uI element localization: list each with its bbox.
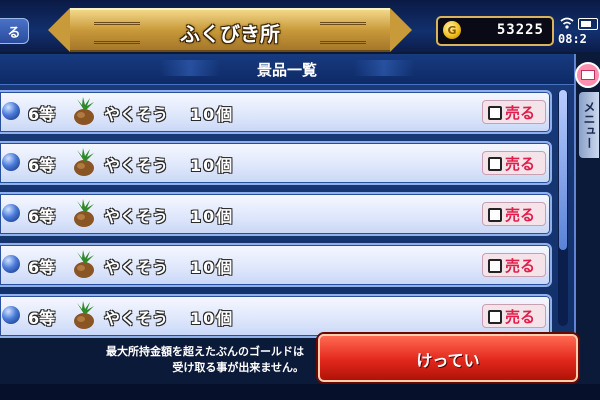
sell-button[interactable]: 売る [482,304,546,328]
sell-button[interactable]: 売る [482,151,546,175]
prize-row: 6等 やくそう 10個 売る [0,294,552,338]
panel-title: 景品一覧 [256,61,317,79]
confirm-button[interactable]: けってい [318,334,578,382]
prize-row: 6等 やくそう 10個 売る [0,141,552,185]
item-name: やくそう [104,207,169,226]
notice-line-1: 最大所持金額を超えたぶんのゴールドは [106,345,304,358]
checkbox-icon[interactable] [488,310,502,324]
scroll-thumb[interactable] [559,90,567,250]
sell-button[interactable]: 売る [482,100,546,124]
sell-label: 売る [505,206,536,224]
prize-row: 6等 やくそう 10個 売る [0,192,552,236]
sell-label: 売る [505,104,536,122]
item-quantity: 10個 [190,309,235,328]
blue-orb-icon [2,153,20,171]
header-ornament-right [354,60,414,76]
prize-grade: 6等 [28,105,56,124]
back-button[interactable]: る [0,18,29,44]
sell-label: 売る [505,155,536,173]
herb-icon [74,250,94,278]
lottery-screen: る ふくびき所 G 53225 08:2 景品一覧 6等 やくそう 10個 売る… [0,0,600,400]
notice-line-2: 受け取る事が出来ません。 [172,361,304,374]
herb-icon [74,97,94,125]
checkbox-icon[interactable] [488,157,502,171]
herb-icon [74,301,94,329]
status-indicators: 08:2 [556,14,600,50]
blue-orb-icon [2,306,20,324]
sell-button[interactable]: 売る [482,253,546,277]
checkbox-icon[interactable] [488,208,502,222]
item-quantity: 10個 [190,156,235,175]
clock: 08:2 [558,32,587,46]
item-quantity: 10個 [190,207,235,226]
prize-list-panel: 景品一覧 6等 やくそう 10個 売る 6等 やくそう 10個 売る 6等 やく… [0,54,576,338]
gold-coin-icon: G [443,21,461,39]
item-name: やくそう [104,309,169,328]
herb-icon [74,148,94,176]
title-ornament-right [320,22,366,44]
item-name: やくそう [104,258,169,277]
prize-grade: 6等 [28,309,56,328]
panel-header: 景品一覧 [0,54,574,85]
list-scrollbar[interactable] [558,90,568,326]
wifi-icon [560,17,574,29]
title-plate: ふくびき所 [48,8,412,52]
sell-button[interactable]: 売る [482,202,546,226]
item-quantity: 10個 [190,105,235,124]
prize-row: 6等 やくそう 10個 売る [0,243,552,287]
menu-tab[interactable]: メニュー [579,92,599,158]
checkbox-icon[interactable] [488,259,502,273]
side-tab: メニュー [575,62,600,158]
checkbox-icon[interactable] [488,106,502,120]
herb-icon [74,199,94,227]
sell-label: 売る [505,257,536,275]
mail-icon[interactable] [575,62,600,88]
prize-row: 6等 やくそう 10個 売る [0,90,552,134]
item-name: やくそう [104,156,169,175]
gold-amount: 53225 [496,22,544,38]
blue-orb-icon [2,102,20,120]
gold-limit-notice: 最大所持金額を超えたぶんのゴールドは 受け取る事が出来ません。 [4,344,304,376]
top-bar: る ふくびき所 G 53225 08:2 [0,0,600,52]
sell-label: 売る [505,308,536,326]
blue-orb-icon [2,204,20,222]
prize-grade: 6等 [28,156,56,175]
prize-grade: 6等 [28,258,56,277]
prize-list: 6等 やくそう 10個 売る 6等 やくそう 10個 売る 6等 やくそう 10… [0,90,556,345]
confirm-label: けってい [416,351,480,370]
bottom-bar [0,384,600,400]
prize-grade: 6等 [28,207,56,226]
blue-orb-icon [2,255,20,273]
battery-icon [578,18,598,30]
item-name: やくそう [104,105,169,124]
gold-counter: G 53225 [436,16,554,46]
item-quantity: 10個 [190,258,235,277]
